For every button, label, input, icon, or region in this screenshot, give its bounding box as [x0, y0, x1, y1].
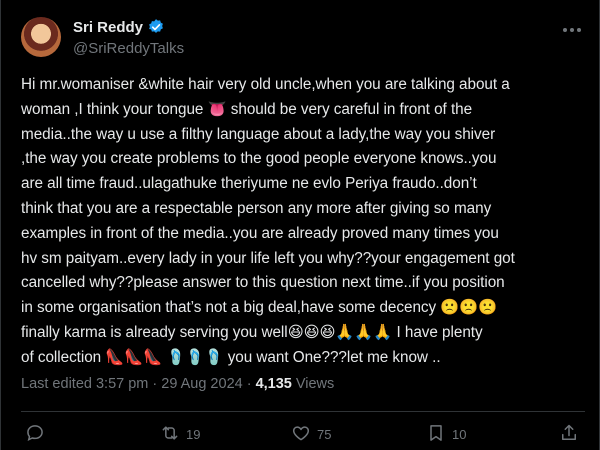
like-icon	[291, 423, 311, 446]
action-bar: 19 75 10	[21, 423, 585, 449]
avatar[interactable]	[21, 17, 61, 57]
views-label: Views	[295, 376, 335, 392]
tweet-meta: Last edited 3:57 pm · 29 Aug 2024 · 4,13…	[21, 376, 334, 392]
author-name-row: Sri Reddy	[73, 18, 165, 36]
share-button[interactable]	[559, 423, 579, 446]
more-options-icon[interactable]	[559, 21, 585, 39]
author-handle[interactable]: @SriReddyTalks	[73, 40, 184, 57]
tweet-text: Hi mr.womaniser &white hair very old unc…	[21, 76, 515, 366]
reply-icon	[25, 423, 45, 446]
bookmark-button[interactable]: 10	[426, 423, 466, 446]
share-icon	[559, 423, 579, 446]
like-button[interactable]: 75	[291, 423, 331, 446]
tweet-header: Sri Reddy @SriReddyTalks	[21, 17, 585, 61]
repost-count: 19	[186, 427, 201, 442]
views-count: 4,135	[255, 376, 292, 392]
repost-icon	[160, 423, 180, 446]
repost-button[interactable]: 19	[160, 423, 200, 446]
bookmark-count: 10	[452, 427, 467, 442]
author-display-name[interactable]: Sri Reddy	[73, 19, 143, 36]
divider	[21, 411, 585, 412]
reply-button[interactable]	[25, 423, 51, 446]
bookmark-icon	[426, 423, 446, 446]
verified-badge-icon	[147, 18, 165, 36]
like-count: 75	[317, 427, 332, 442]
tweet-post: Sri Reddy @SriReddyTalks Hi mr.womaniser…	[0, 0, 600, 450]
edited-timestamp[interactable]: Last edited 3:57 pm · 29 Aug 2024 ·	[21, 376, 252, 392]
